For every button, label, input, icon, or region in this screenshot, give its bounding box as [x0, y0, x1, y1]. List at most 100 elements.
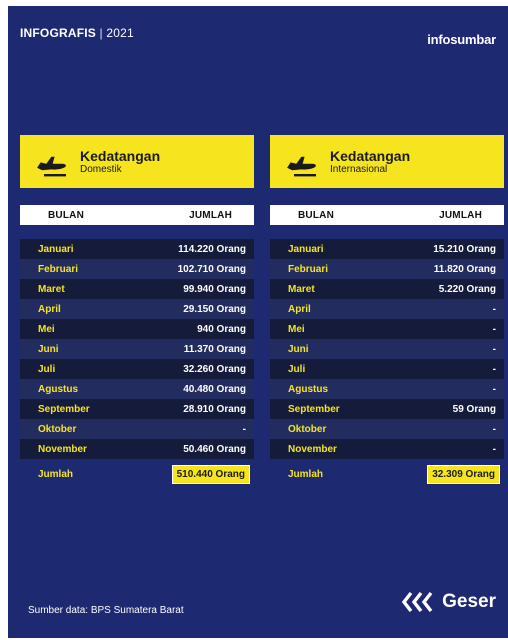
row-month: Agustus — [38, 383, 78, 395]
total-row: Jumlah 32.309 Orang — [270, 464, 504, 484]
header-separator: | — [99, 26, 103, 40]
total-value: 510.440 Orang — [171, 464, 250, 484]
row-value: - — [492, 443, 496, 455]
row-month: Oktober — [38, 423, 77, 435]
row-value: 99.940 Orang — [183, 283, 246, 295]
row-month: Februari — [288, 263, 329, 275]
panel-subtitle: Internasional — [330, 163, 388, 175]
data-rows: Januari 15.210 Orang Februari 11.820 Orang… — [270, 239, 504, 459]
table-row: Januari 114.220 Orang — [20, 239, 254, 259]
table-row: Februari 11.820 Orang — [270, 259, 504, 279]
table-row: Oktober - — [20, 419, 254, 439]
row-month: April — [288, 303, 311, 315]
data-rows: Januari 114.220 Orang Februari 102.710 Ora… — [20, 239, 254, 459]
row-value: 114.220 Orang — [178, 243, 246, 255]
table-row: Maret 99.940 Orang — [20, 279, 254, 299]
table-row: April - — [270, 299, 504, 319]
row-month: Maret — [38, 283, 65, 295]
source-note: Sumber data: BPS Sumatera Barat — [28, 605, 184, 616]
triple-chevron-left-icon — [402, 591, 433, 613]
row-month: November — [288, 443, 337, 455]
row-value: - — [492, 343, 496, 355]
table-row: Agustus 40.480 Orang — [20, 379, 254, 399]
row-value: - — [242, 423, 246, 435]
header-label: INFOGRAFIS | 2021 — [20, 26, 134, 40]
row-value: - — [492, 303, 496, 315]
row-month: September — [288, 403, 340, 415]
row-value: 15.210 Orang — [433, 243, 496, 255]
table-row: Juli 32.260 Orang — [20, 359, 254, 379]
column-header: BULAN JUMLAH — [270, 205, 504, 225]
table-row: Februari 102.710 Orang — [20, 259, 254, 279]
row-month: Januari — [288, 243, 324, 255]
row-month: April — [38, 303, 61, 315]
row-value: 11.820 Orang — [433, 263, 496, 275]
row-month: Oktober — [288, 423, 327, 435]
row-month: November — [38, 443, 87, 455]
row-value: - — [492, 383, 496, 395]
table-row: Juni 11.370 Orang — [20, 339, 254, 359]
brand-logo: infosumbar — [427, 32, 496, 47]
row-value: 28.910 Orang — [183, 403, 246, 415]
infographic-card: INFOGRAFIS | 2021 infosumbar Kedatangan … — [8, 6, 508, 638]
panel-title: Kedatangan — [330, 147, 411, 164]
table-row: Juni - — [270, 339, 504, 359]
table-row: April 29.150 Orang — [20, 299, 254, 319]
row-value: - — [492, 363, 496, 375]
row-month: Januari — [38, 243, 74, 255]
panel-subtitle: Domestik — [80, 163, 122, 175]
row-value: 50.460 Orang — [183, 443, 246, 455]
row-month: Mei — [38, 323, 55, 335]
next-slide-button[interactable]: Geser — [402, 591, 496, 613]
header-title: INFOGRAFIS — [20, 26, 96, 40]
total-label: Jumlah — [38, 468, 74, 480]
row-month: Juni — [288, 343, 309, 355]
column-header: BULAN JUMLAH — [20, 205, 254, 225]
row-value: - — [492, 423, 496, 435]
row-month: Februari — [38, 263, 79, 275]
row-value: - — [492, 323, 496, 335]
panel-title-box: Kedatangan Internasional — [270, 135, 504, 188]
table-row: September 28.910 Orang — [20, 399, 254, 419]
column-total: JUMLAH — [189, 209, 232, 221]
row-value: 32.260 Orang — [183, 363, 246, 375]
row-month: Mei — [288, 323, 305, 335]
row-value: 940 Orang — [197, 323, 246, 335]
panel-international: Kedatangan Internasional BULAN JUMLAH Ja… — [270, 135, 504, 484]
row-month: Agustus — [288, 383, 328, 395]
table-row: Juli - — [270, 359, 504, 379]
table-row: November 50.460 Orang — [20, 439, 254, 459]
table-row: Oktober - — [270, 419, 504, 439]
row-value: 102.710 Orang — [177, 263, 246, 275]
next-slide-label: Geser — [442, 591, 496, 612]
panel-domestic: Kedatangan Domestik BULAN JUMLAH Januari… — [20, 135, 254, 484]
total-row: Jumlah 510.440 Orang — [20, 464, 254, 484]
row-month: September — [38, 403, 90, 415]
row-value: 11.370 Orang — [183, 343, 246, 355]
column-month: BULAN — [298, 209, 334, 221]
panel-title-box: Kedatangan Domestik — [20, 135, 254, 188]
table-row: Januari 15.210 Orang — [270, 239, 504, 259]
row-month: Maret — [288, 283, 315, 295]
total-label: Jumlah — [288, 468, 324, 480]
row-value: 29.150 Orang — [183, 303, 246, 315]
table-row: November - — [270, 439, 504, 459]
panel-title: Kedatangan — [80, 147, 161, 164]
total-value: 32.309 Orang — [427, 464, 500, 484]
table-row: September 59 Orang — [270, 399, 504, 419]
row-month: Juli — [38, 363, 56, 375]
row-value: 5.220 Orang — [438, 283, 496, 295]
row-value: 59 Orang — [452, 403, 496, 415]
airplane-landing-icon — [37, 156, 66, 176]
header-year: 2021 — [106, 26, 134, 40]
table-row: Mei 940 Orang — [20, 319, 254, 339]
column-total: JUMLAH — [439, 209, 482, 221]
table-row: Maret 5.220 Orang — [270, 279, 504, 299]
row-month: Juni — [38, 343, 59, 355]
row-month: Juli — [288, 363, 306, 375]
column-month: BULAN — [48, 209, 84, 221]
table-row: Agustus - — [270, 379, 504, 399]
row-value: 40.480 Orang — [183, 383, 246, 395]
airplane-landing-icon — [287, 156, 316, 176]
table-row: Mei - — [270, 319, 504, 339]
